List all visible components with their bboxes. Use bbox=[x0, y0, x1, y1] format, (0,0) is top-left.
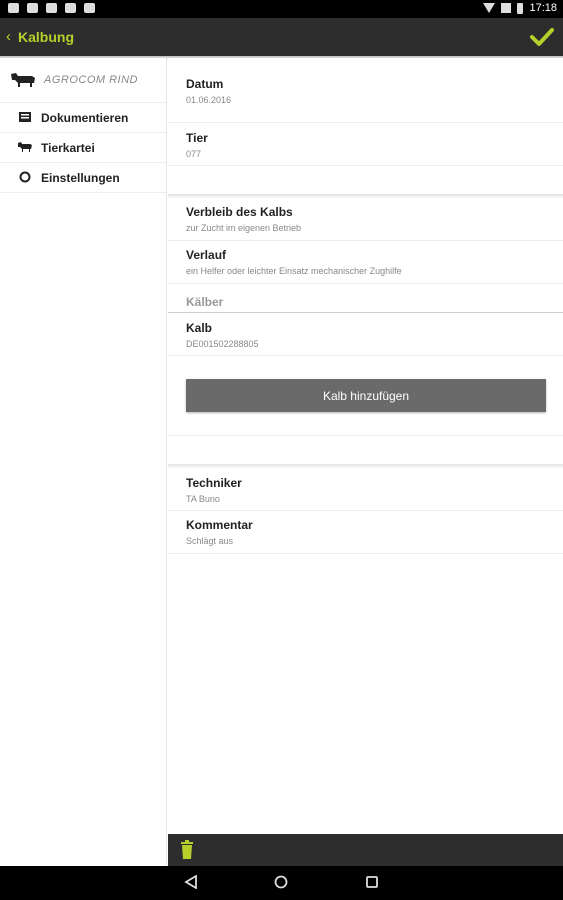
back-icon[interactable]: ‹ bbox=[6, 28, 11, 45]
datum-value: 01.06.2016 bbox=[186, 95, 232, 105]
brand-header: AGROCOM RIND bbox=[0, 58, 166, 103]
system-navigation-bar bbox=[0, 866, 563, 900]
techniker-label: Techniker bbox=[186, 476, 242, 490]
mail-icon bbox=[27, 3, 38, 13]
action-bar: ‹ Kalbung bbox=[0, 18, 563, 56]
divider-line bbox=[168, 434, 563, 436]
settings-circle-icon bbox=[19, 171, 31, 183]
kommentar-value: Schlägt aus bbox=[186, 536, 234, 546]
document-icon bbox=[19, 112, 31, 122]
download-icon bbox=[65, 3, 76, 13]
cow-logo-icon bbox=[11, 73, 35, 87]
datum-label: Datum bbox=[186, 77, 224, 91]
bottom-toolbar bbox=[168, 834, 563, 866]
kalb-row[interactable]: Kalb DE001502288805 bbox=[168, 313, 563, 356]
verlauf-value: ein Helfer oder leichter Einsatz mechani… bbox=[186, 266, 402, 276]
sidebar-item-einstellungen[interactable]: Einstellungen bbox=[0, 163, 166, 193]
signal-icon bbox=[501, 3, 512, 13]
sidebar-item-label: Tierkartei bbox=[41, 141, 95, 155]
back-nav-icon[interactable] bbox=[184, 875, 198, 889]
verlauf-row[interactable]: Verlauf ein Helfer oder leichter Einsatz… bbox=[168, 241, 563, 284]
app-icon bbox=[84, 3, 95, 13]
verbleib-value: zur Zucht im eigenen Betrieb bbox=[186, 223, 302, 233]
verlauf-label: Verlauf bbox=[186, 248, 227, 262]
home-nav-icon[interactable] bbox=[274, 875, 288, 889]
kaelber-section-header: Kälber bbox=[186, 295, 224, 309]
techniker-row[interactable]: Techniker TA Buno bbox=[168, 468, 563, 511]
cow-icon bbox=[18, 142, 32, 152]
brand-name: AGROCOM RIND bbox=[44, 74, 138, 86]
verbleib-row[interactable]: Verbleib des Kalbs zur Zucht im eigenen … bbox=[168, 198, 563, 241]
trash-icon[interactable] bbox=[180, 840, 194, 859]
tier-value: 077 bbox=[186, 149, 202, 159]
battery-icon bbox=[517, 2, 524, 14]
techniker-value: TA Buno bbox=[186, 494, 220, 504]
wifi-icon bbox=[483, 3, 496, 13]
sidebar-item-label: Dokumentieren bbox=[41, 111, 129, 125]
datum-row[interactable]: Datum 01.06.2016 bbox=[168, 58, 563, 123]
kalb-label: Kalb bbox=[186, 321, 213, 335]
add-calf-button[interactable]: Kalb hinzufügen bbox=[186, 379, 546, 412]
kalb-value: DE001502288805 bbox=[186, 339, 259, 349]
notification-icon bbox=[8, 3, 19, 13]
sidebar-item-label: Einstellungen bbox=[41, 171, 120, 185]
kommentar-row[interactable]: Kommentar Schlägt aus bbox=[168, 511, 563, 554]
tier-row[interactable]: Tier 077 bbox=[168, 123, 563, 166]
page-title: Kalbung bbox=[18, 29, 74, 45]
kommentar-label: Kommentar bbox=[186, 518, 253, 532]
status-bar: 17:18 bbox=[0, 0, 563, 18]
calving-form: Datum 01.06.2016 Tier 077 Verbleib des K… bbox=[168, 58, 563, 834]
message-icon bbox=[46, 3, 57, 13]
recents-nav-icon[interactable] bbox=[365, 875, 379, 889]
checkmark-icon[interactable] bbox=[529, 24, 555, 50]
tier-label: Tier bbox=[186, 131, 208, 145]
verbleib-label: Verbleib des Kalbs bbox=[186, 205, 293, 219]
sidebar-item-dokumentieren[interactable]: Dokumentieren bbox=[0, 103, 166, 133]
clock: 17:18 bbox=[529, 2, 557, 14]
notification-icons bbox=[8, 3, 95, 13]
sidebar-item-tierkartei[interactable]: Tierkartei bbox=[0, 133, 166, 163]
sidebar: AGROCOM RIND Dokumentieren Tierkartei Ei… bbox=[0, 58, 167, 866]
